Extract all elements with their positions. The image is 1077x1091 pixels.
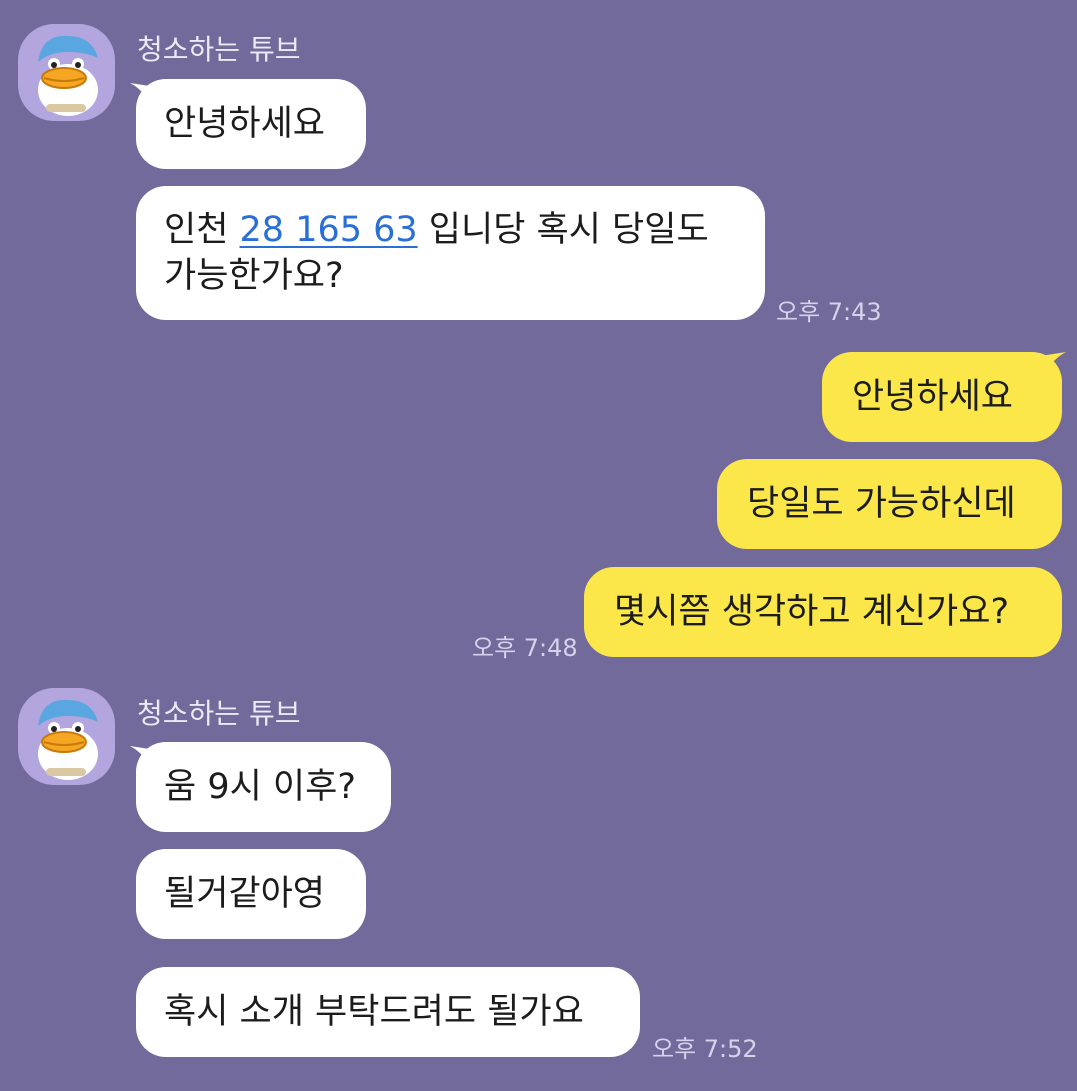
- message-text: 움 9시 이후?: [164, 767, 356, 807]
- outgoing-message-bubble[interactable]: 안녕하세요: [822, 352, 1062, 442]
- sender-name: 청소하는 튜브: [137, 697, 301, 730]
- sender-avatar-icon[interactable]: [18, 688, 115, 785]
- sender-avatar-icon[interactable]: [18, 24, 115, 121]
- phone-number-link[interactable]: 28 165 63: [240, 210, 418, 250]
- message-text: 혹시 소개 부탁드려도 될가요: [164, 992, 584, 1032]
- sender-name: 청소하는 튜브: [137, 33, 301, 66]
- outgoing-message-bubble[interactable]: 당일도 가능하신데: [717, 459, 1062, 549]
- message-text: 인천: [164, 210, 240, 250]
- message-timestamp: 오후 7:43: [776, 298, 882, 326]
- incoming-message-bubble[interactable]: 움 9시 이후?: [136, 742, 391, 832]
- message-text: 당일도 가능하신데: [747, 484, 1016, 524]
- incoming-message-bubble[interactable]: 혹시 소개 부탁드려도 될가요: [136, 967, 640, 1057]
- message-text: 입니당 혹시 당일도: [417, 210, 709, 250]
- incoming-message-bubble[interactable]: 될거같아영: [136, 849, 366, 939]
- message-timestamp: 오후 7:48: [472, 634, 578, 662]
- incoming-message-bubble[interactable]: 안녕하세요: [136, 79, 366, 169]
- message-text: 몇시쯤 생각하고 계신가요?: [614, 592, 1010, 632]
- message-text: 안녕하세요: [852, 377, 1014, 417]
- message-text: 될거같아영: [164, 874, 326, 914]
- message-text: 안녕하세요: [164, 104, 326, 144]
- message-text: 가능한가요?: [164, 256, 344, 296]
- outgoing-message-bubble[interactable]: 몇시쯤 생각하고 계신가요?: [584, 567, 1062, 657]
- message-timestamp: 오후 7:52: [652, 1035, 758, 1063]
- incoming-message-bubble[interactable]: 인천 28 165 63 입니당 혹시 당일도 가능한가요?: [136, 186, 765, 320]
